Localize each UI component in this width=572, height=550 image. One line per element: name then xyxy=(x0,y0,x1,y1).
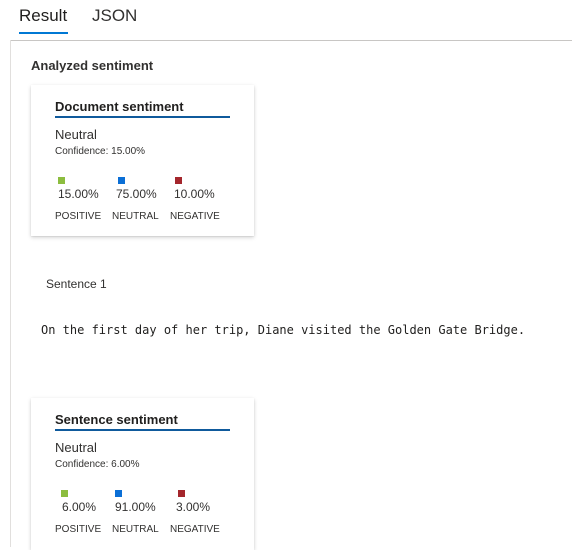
tab-bar: Result JSON xyxy=(0,0,572,40)
panel-left-border xyxy=(10,40,11,547)
neutral-category: NEUTRAL xyxy=(112,524,159,535)
sentiment-label: Neutral xyxy=(55,440,97,455)
neutral-category: NEUTRAL xyxy=(112,211,159,222)
card-title-underline xyxy=(55,429,230,431)
negative-color-swatch xyxy=(178,490,185,497)
sentence-label: Sentence 1 xyxy=(46,277,107,291)
negative-score: 3.00% xyxy=(176,500,211,514)
positive-category: POSITIVE xyxy=(55,524,102,535)
neutral-color-swatch xyxy=(118,177,125,184)
neutral-score: 91.00% xyxy=(115,500,156,514)
sentence-sentiment-card: Sentence sentiment Neutral Confidence: 6… xyxy=(31,398,254,550)
neutral-score: 75.00% xyxy=(116,187,157,201)
sentence-text: On the first day of her trip, Diane visi… xyxy=(41,323,526,337)
negative-category: NEGATIVE xyxy=(170,211,220,222)
card-title-underline xyxy=(55,116,230,118)
card-title: Document sentiment xyxy=(55,99,184,114)
document-sentiment-card: Document sentiment Neutral Confidence: 1… xyxy=(31,85,254,236)
tab-json[interactable]: JSON xyxy=(92,5,137,27)
tab-result[interactable]: Result xyxy=(19,5,67,27)
positive-score: 15.00% xyxy=(58,187,99,201)
card-title: Sentence sentiment xyxy=(55,412,178,427)
negative-color-swatch xyxy=(175,177,182,184)
sentiment-label: Neutral xyxy=(55,127,97,142)
panel-top-border xyxy=(10,40,572,41)
confidence-text: Confidence: 6.00% xyxy=(55,459,140,470)
negative-category: NEGATIVE xyxy=(170,524,220,535)
positive-color-swatch xyxy=(61,490,68,497)
positive-score: 6.00% xyxy=(62,500,97,514)
negative-score: 10.00% xyxy=(174,187,215,201)
positive-color-swatch xyxy=(58,177,65,184)
active-tab-indicator xyxy=(19,32,68,34)
section-title: Analyzed sentiment xyxy=(31,58,154,73)
confidence-text: Confidence: 15.00% xyxy=(55,146,146,157)
positive-category: POSITIVE xyxy=(55,211,102,222)
neutral-color-swatch xyxy=(115,490,122,497)
